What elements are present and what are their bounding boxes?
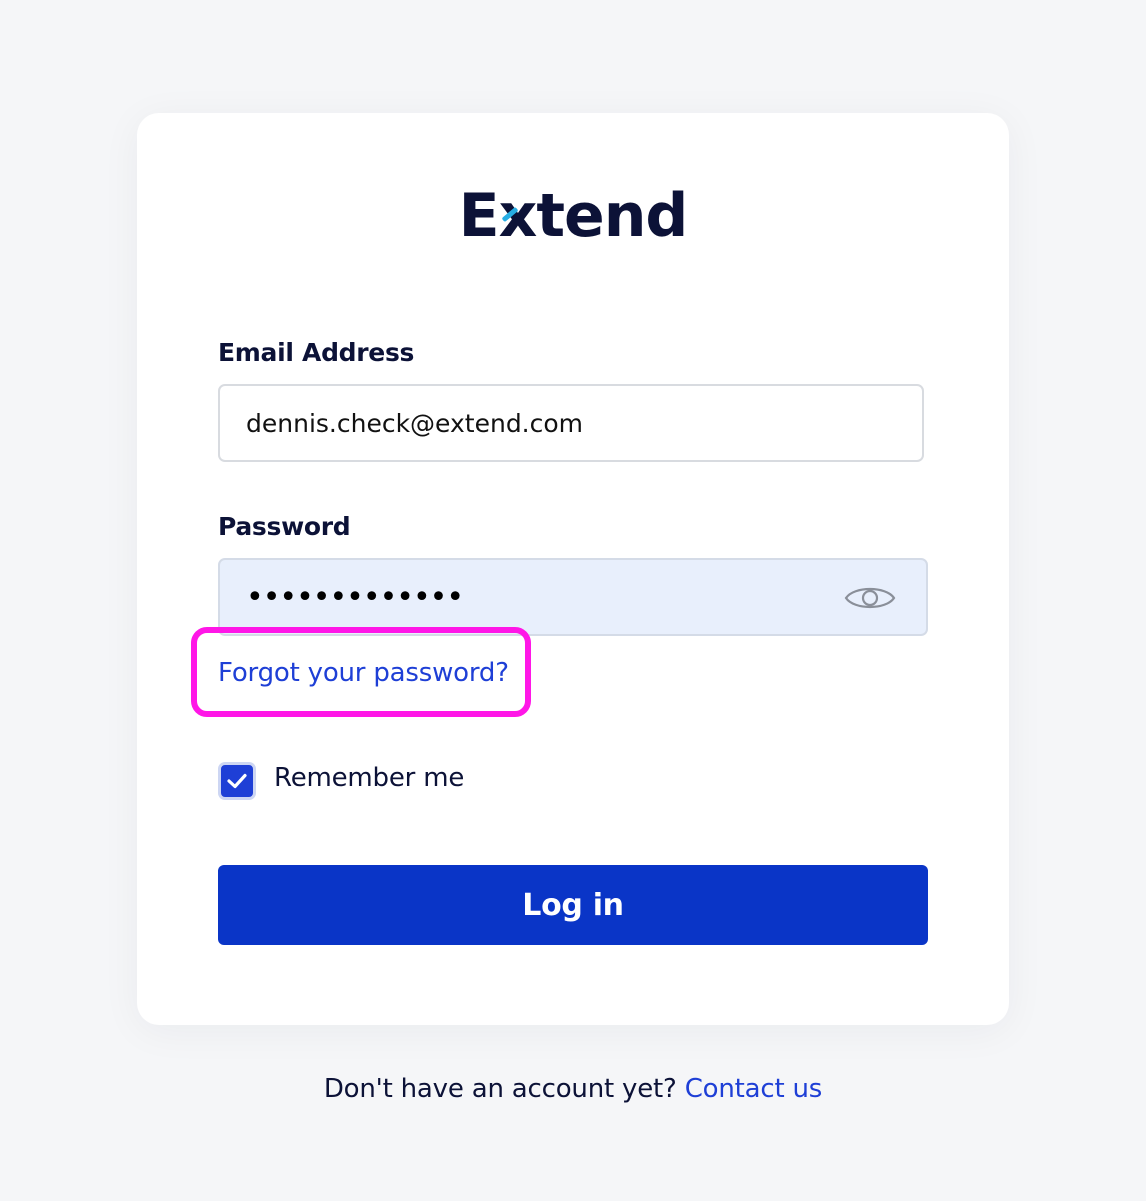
logo-text-end: tend — [536, 181, 688, 251]
email-value: dennis.check@extend.com — [246, 408, 584, 438]
extend-logo: Ex tend — [0, 178, 1146, 254]
password-label: Password — [218, 512, 351, 541]
checkmark-icon — [227, 773, 247, 789]
password-field[interactable]: ••••••••••••• — [218, 558, 928, 636]
remember-me-label: Remember me — [274, 763, 465, 793]
remember-me-checkbox[interactable] — [218, 762, 256, 800]
logo-text-start: E — [458, 181, 500, 251]
contact-us-link[interactable]: Contact us — [685, 1074, 823, 1104]
eye-icon[interactable] — [844, 581, 896, 615]
signup-prompt: Don't have an account yet? Contact us — [0, 1074, 1146, 1104]
login-button[interactable]: Log in — [218, 865, 928, 945]
logo-x-letter: x — [499, 178, 538, 254]
email-field[interactable]: dennis.check@extend.com — [218, 384, 924, 462]
forgot-password-link[interactable]: Forgot your password? — [218, 658, 509, 688]
signup-prompt-text: Don't have an account yet? — [323, 1074, 677, 1104]
password-masked-value: ••••••••••••• — [246, 579, 464, 615]
email-label: Email Address — [218, 338, 415, 367]
